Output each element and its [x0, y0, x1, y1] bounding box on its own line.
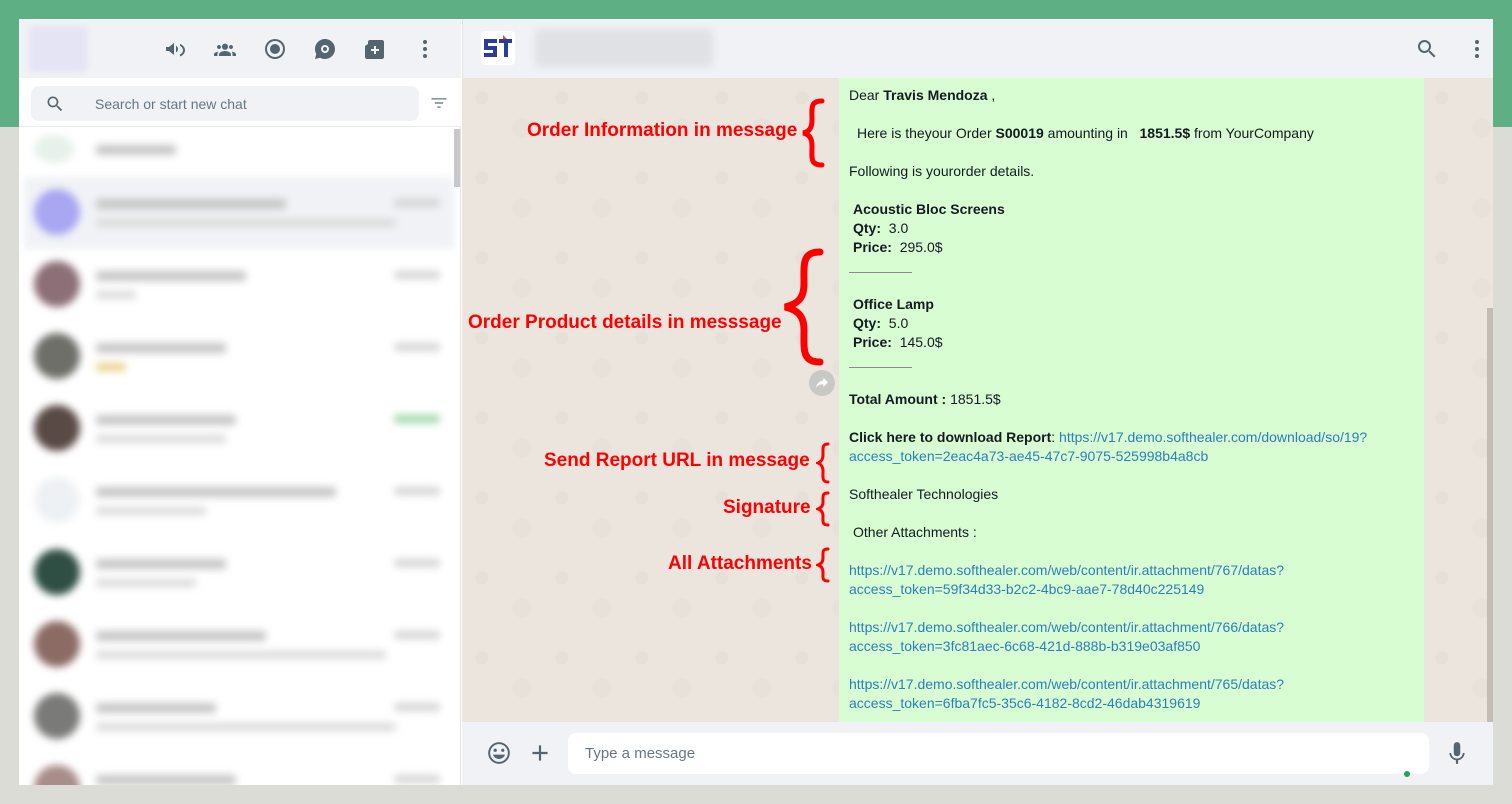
- attachment-link[interactable]: https://v17.demo.softhealer.com/web/cont…: [849, 561, 1284, 580]
- order-intro-line: Here is theyour Order S00019 amounting i…: [857, 125, 1314, 141]
- status-icon[interactable]: [262, 36, 288, 62]
- chat-scrollbar[interactable]: [1487, 308, 1493, 722]
- chat-list-item[interactable]: [24, 681, 454, 753]
- annotation-order-info: Order Information in message: [527, 120, 798, 141]
- greeting-line: Dear Travis Mendoza ,: [849, 87, 996, 103]
- product-name: Office Lamp: [853, 296, 934, 312]
- communities-icon[interactable]: [212, 36, 238, 62]
- channels-icon[interactable]: [312, 36, 338, 62]
- attachment-link[interactable]: https://v17.demo.softhealer.com/web/cont…: [849, 618, 1284, 637]
- chat-list-item[interactable]: [24, 177, 454, 249]
- brace-icon: [802, 98, 825, 168]
- annotation-signature: Signature: [723, 497, 811, 518]
- product-qty: Qty: 3.0: [853, 220, 909, 236]
- report-link[interactable]: access_token=2eac4a73-ae45-47c7-9075-525…: [849, 447, 1208, 466]
- report-link[interactable]: https://v17.demo.softhealer.com/download…: [1059, 429, 1367, 445]
- product-name: Acoustic Bloc Screens: [853, 201, 1005, 217]
- total-line: Total Amount : 1851.5$: [849, 391, 1001, 407]
- chat-list-item[interactable]: [24, 465, 454, 537]
- new-chat-icon[interactable]: [362, 36, 388, 62]
- chat-list-item[interactable]: [24, 393, 454, 465]
- sidebar-scrollbar[interactable]: [454, 129, 460, 187]
- conversation-header: [462, 19, 1493, 78]
- search-box[interactable]: [31, 86, 419, 121]
- search-icon[interactable]: [1415, 37, 1439, 61]
- emoji-icon[interactable]: [486, 740, 512, 766]
- brace-icon: [816, 442, 830, 484]
- filter-icon[interactable]: [429, 93, 449, 113]
- annotation-report-url: Send Report URL in message: [544, 450, 810, 471]
- search-bar: [19, 78, 461, 127]
- signature-text: Softhealer Technologies: [849, 486, 999, 502]
- status-dot: [1404, 771, 1410, 777]
- sidebar: [19, 19, 461, 785]
- order-number: S00019: [995, 125, 1044, 141]
- message-composer: [462, 722, 1493, 785]
- chat-list-item[interactable]: [24, 753, 454, 785]
- search-input[interactable]: [95, 86, 405, 121]
- chat-list-item[interactable]: [24, 609, 454, 681]
- profile-avatar[interactable]: [29, 26, 87, 72]
- search-icon: [47, 96, 63, 112]
- forward-icon[interactable]: [809, 370, 835, 396]
- product-price: Price: 145.0$: [853, 334, 943, 350]
- whatsapp-web-window: Dear Travis Mendoza , Here is theyour Or…: [19, 19, 1493, 785]
- attach-plus-icon[interactable]: [527, 740, 553, 766]
- sidebar-header: [19, 19, 461, 78]
- separator: [849, 272, 912, 273]
- brace-icon: [784, 248, 824, 366]
- attachments-label: Other Attachments :: [853, 524, 977, 540]
- conversation-panel: Dear Travis Mendoza , Here is theyour Or…: [462, 19, 1493, 785]
- attachment-link[interactable]: access_token=6fba7fc5-35c6-4182-8cd2-46d…: [849, 694, 1200, 713]
- report-line: Click here to download Report: https://v…: [849, 429, 1368, 445]
- order-amount: 1851.5$: [1139, 125, 1191, 141]
- chat-list-item[interactable]: [24, 321, 454, 393]
- chat-list-item[interactable]: [24, 537, 454, 609]
- attachment-link[interactable]: https://v17.demo.softhealer.com/web/cont…: [849, 675, 1284, 694]
- following-line: Following is yourorder details.: [849, 163, 1035, 179]
- chat-list-item[interactable]: [24, 127, 454, 175]
- chat-list: [19, 127, 461, 785]
- separator: [849, 367, 912, 368]
- microphone-icon[interactable]: [1444, 740, 1470, 766]
- contact-logo[interactable]: [481, 31, 515, 65]
- annotation-product-details: Order Product details in messsage: [468, 312, 782, 333]
- menu-icon[interactable]: [1465, 37, 1489, 61]
- brace-icon: [816, 491, 830, 527]
- chat-list-item[interactable]: [24, 249, 454, 321]
- menu-icon[interactable]: [412, 36, 438, 62]
- megaphone-icon[interactable]: [162, 36, 188, 62]
- customer-name: Travis Mendoza: [883, 87, 988, 103]
- product-qty: Qty: 5.0: [853, 315, 909, 331]
- annotation-attachments: All Attachments: [668, 553, 812, 574]
- message-input[interactable]: [568, 733, 1429, 774]
- attachment-link[interactable]: access_token=3fc81aec-6c68-421d-888b-b31…: [849, 637, 1200, 656]
- chat-background: Dear Travis Mendoza , Here is theyour Or…: [462, 78, 1493, 722]
- attachment-link[interactable]: access_token=59f34d33-b2c2-4bc9-aae7-78d…: [849, 580, 1204, 599]
- brace-icon: [816, 547, 830, 583]
- product-price: Price: 295.0$: [853, 239, 943, 255]
- contact-name[interactable]: [535, 29, 713, 67]
